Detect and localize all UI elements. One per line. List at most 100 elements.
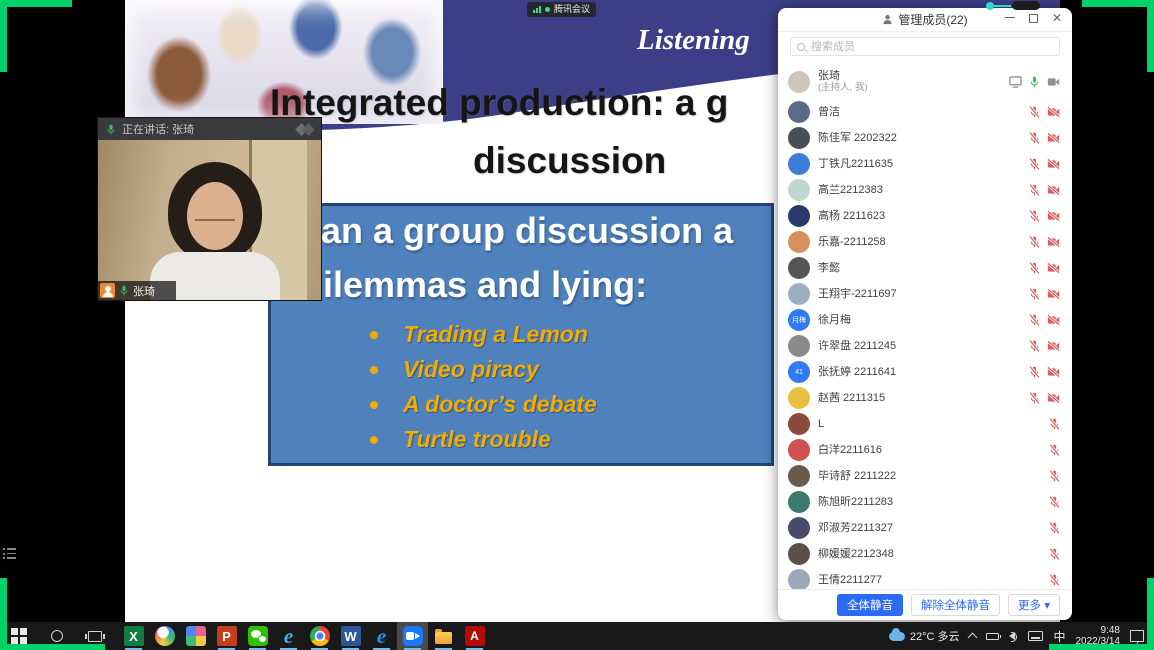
mic-icon[interactable] (1049, 522, 1060, 534)
volume-icon[interactable] (1009, 632, 1015, 640)
member-search-box[interactable] (790, 37, 1060, 56)
member-row[interactable]: 李懿 (788, 255, 1060, 281)
video-progress-slider[interactable] (984, 1, 1042, 11)
member-row[interactable]: 许翠盘 2211245 (788, 333, 1060, 359)
ime-zh-indicator[interactable]: 中 (1053, 628, 1065, 645)
member-row[interactable]: 王翔宇-2211697 (788, 281, 1060, 307)
mic-icon[interactable] (1029, 158, 1040, 170)
mic-icon[interactable] (1049, 548, 1060, 560)
camera-icon[interactable] (1047, 237, 1060, 247)
mic-icon[interactable] (1029, 288, 1040, 300)
member-row[interactable]: 王倩2211277 (788, 567, 1060, 589)
host-badge-icon (100, 283, 115, 298)
camera-icon[interactable] (1047, 77, 1060, 87)
member-row[interactable]: 邓淑芳2211327 (788, 515, 1060, 541)
mic-icon[interactable] (1029, 236, 1040, 248)
camera-icon[interactable] (1047, 211, 1060, 221)
member-row[interactable]: 毕诗舒 2211222 (788, 463, 1060, 489)
member-name: 丁铁凡2211635 (818, 158, 893, 171)
slider-knob[interactable] (986, 2, 994, 10)
more-button[interactable]: 更多 ▾ (1008, 594, 1060, 616)
mic-icon[interactable] (1029, 106, 1040, 118)
notification-center-icon[interactable] (1130, 630, 1144, 642)
speaker-video-window[interactable]: 正在讲话: 张琦 张琦 (97, 117, 322, 301)
mic-icon[interactable] (1029, 262, 1040, 274)
mic-icon[interactable] (1049, 470, 1060, 482)
mic-icon[interactable] (1029, 340, 1040, 352)
meeting-status-badge[interactable]: 腾讯会议 (527, 2, 596, 17)
taskbar-app-ppt[interactable]: P (211, 622, 242, 650)
member-row[interactable]: L (788, 411, 1060, 437)
list-icon[interactable] (3, 548, 17, 559)
minimize-button[interactable] (1005, 17, 1015, 19)
mic-icon[interactable] (1029, 76, 1040, 88)
taskbar-app-edge[interactable]: e (366, 622, 397, 650)
member-row[interactable]: 赵茜 2211315 (788, 385, 1060, 411)
taskbar-app-photos[interactable] (180, 622, 211, 650)
close-button[interactable]: ✕ (1052, 12, 1062, 24)
taskbar-app-ie[interactable]: e (273, 622, 304, 650)
task-view-button[interactable] (76, 622, 114, 650)
camera-icon[interactable] (1047, 263, 1060, 273)
photos-icon (186, 626, 206, 646)
mic-icon[interactable] (1029, 314, 1040, 326)
camera-icon[interactable] (1047, 315, 1060, 325)
mic-icon[interactable] (1049, 444, 1060, 456)
member-row[interactable]: 高杨 2211623 (788, 203, 1060, 229)
taskbar-app-pdf[interactable]: A (459, 622, 490, 650)
touch-keyboard-icon[interactable] (1028, 631, 1043, 641)
weather-widget[interactable]: 22°C 多云 (889, 628, 960, 644)
camera-icon[interactable] (1047, 133, 1060, 143)
member-row[interactable]: 白洋2211616 (788, 437, 1060, 463)
member-name: 陈佳军 2202322 (818, 132, 897, 145)
maximize-button[interactable] (1029, 14, 1038, 23)
taskbar-app-excel[interactable]: X (118, 622, 149, 650)
clock[interactable]: 9:48 2022/3/14 (1076, 625, 1121, 648)
camera-icon[interactable] (1047, 367, 1060, 377)
camera-icon[interactable] (1047, 185, 1060, 195)
camera-icon[interactable] (1047, 107, 1060, 117)
battery-icon[interactable] (986, 633, 999, 640)
unmute-all-button[interactable]: 解除全体静音 (911, 594, 1000, 616)
camera-icon[interactable] (1047, 393, 1060, 403)
taskbar-app-qq[interactable] (149, 622, 180, 650)
member-row[interactable]: 陈佳军 2202322 (788, 125, 1060, 151)
taskbar-app-chrome[interactable] (304, 622, 335, 650)
mic-icon[interactable] (1049, 574, 1060, 586)
taskbar-app-explorer[interactable] (428, 622, 459, 650)
start-button[interactable] (0, 622, 38, 650)
member-row[interactable]: 丁铁凡2211635 (788, 151, 1060, 177)
video-window-header[interactable]: 正在讲话: 张琦 (98, 118, 321, 140)
taskbar-app-wechat[interactable] (242, 622, 273, 650)
member-row[interactable]: 高兰2212383 (788, 177, 1060, 203)
member-list[interactable]: 张琦 (主持人, 我) 曾洁 (778, 64, 1072, 589)
member-row[interactable]: 陈旭昕2211283 (788, 489, 1060, 515)
mic-icon[interactable] (1049, 496, 1060, 508)
mic-icon[interactable] (1029, 184, 1040, 196)
member-row[interactable]: 曾洁 (788, 99, 1060, 125)
mic-icon[interactable] (1049, 418, 1060, 430)
explorer-icon (434, 626, 454, 646)
member-name: 高兰2212383 (818, 184, 883, 197)
search-input[interactable] (809, 40, 1053, 54)
mic-icon[interactable] (1029, 366, 1040, 378)
video-feed[interactable]: 张琦 (98, 140, 321, 300)
camera-icon[interactable] (1047, 159, 1060, 169)
panel-titlebar[interactable]: 管理成员(22) ✕ (778, 8, 1072, 32)
camera-icon[interactable] (1047, 341, 1060, 351)
member-row[interactable]: 乐嘉-2211258 (788, 229, 1060, 255)
mic-icon[interactable] (1029, 392, 1040, 404)
taskbar-app-meeting[interactable] (397, 622, 428, 650)
mute-all-button[interactable]: 全体静音 (837, 594, 903, 616)
member-row[interactable]: 41 张抚婷 2211641 (788, 359, 1060, 385)
cortana-search-button[interactable] (38, 622, 76, 650)
taskbar-app-word[interactable]: W (335, 622, 366, 650)
member-row[interactable]: 柳媛媛2212348 (788, 541, 1060, 567)
camera-icon[interactable] (1047, 289, 1060, 299)
mic-icon[interactable] (1029, 132, 1040, 144)
member-row[interactable]: 张琦 (主持人, 我) (788, 65, 1060, 99)
ppt-icon: P (217, 626, 237, 646)
hidden-icons-chevron-icon[interactable] (968, 633, 978, 643)
member-row[interactable]: 月梅 徐月梅 (788, 307, 1060, 333)
mic-icon[interactable] (1029, 210, 1040, 222)
